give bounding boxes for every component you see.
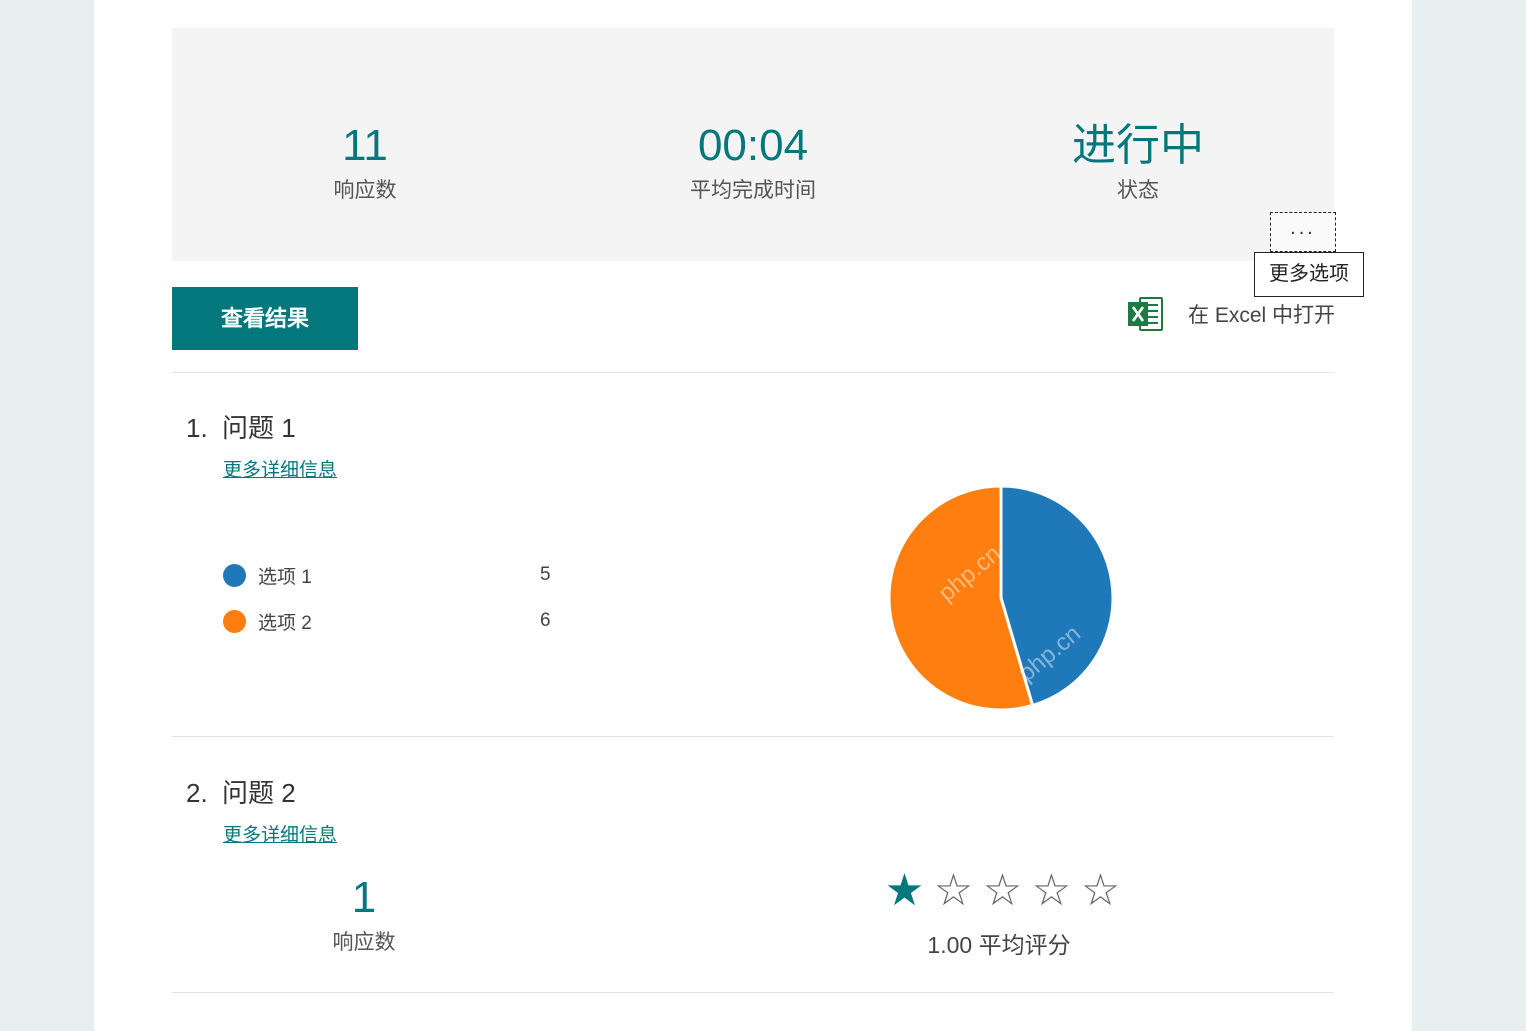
legend-dot-blue: [223, 563, 246, 587]
view-results-button[interactable]: 查看结果: [172, 287, 358, 350]
avg-time-label: 平均完成时间: [690, 179, 816, 202]
question-2-response-label: 响应数: [332, 931, 396, 954]
legend-dot-orange: [223, 609, 246, 633]
question-1-number: 1.: [186, 413, 208, 443]
status-label: 状态: [1117, 179, 1159, 202]
legend-label: 选项 2: [258, 612, 312, 634]
open-in-excel-link[interactable]: 在 Excel 中打开: [1126, 292, 1335, 336]
divider: [172, 736, 1334, 737]
question-1-title: 1. 问题 1: [186, 408, 296, 445]
results-card: 11 响应数 00:04 平均完成时间 进行中 状态 ... 更多选项 查看结果…: [94, 0, 1412, 1031]
legend-item-option-1: 选项 1 5: [223, 560, 563, 590]
star-filled-icon: ★: [884, 866, 925, 915]
rating-stars: ★ ☆ ☆ ☆ ☆: [880, 866, 1125, 916]
more-options-button[interactable]: ...: [1270, 212, 1336, 252]
status-stat: 进行中 状态: [1008, 116, 1268, 206]
question-2-number: 2.: [186, 778, 208, 808]
legend-label: 选项 1: [258, 566, 312, 588]
pie-chart: [888, 485, 1114, 711]
divider: [172, 992, 1334, 993]
responses-stat: 11 响应数: [235, 116, 495, 206]
status-value: 进行中: [1072, 121, 1204, 170]
star-empty-icon: ☆: [982, 866, 1023, 915]
question-2-title: 2. 问题 2: [186, 773, 296, 810]
legend-count: 5: [540, 564, 551, 585]
legend-item-option-2: 选项 2 6: [223, 606, 563, 636]
responses-count: 11: [342, 121, 388, 170]
summary-panel: 11 响应数 00:04 平均完成时间 进行中 状态: [172, 28, 1334, 261]
avg-time-value: 00:04: [697, 121, 809, 170]
average-rating: 1.00 平均评分: [927, 932, 1071, 958]
question-1-details-link[interactable]: 更多详细信息: [223, 455, 337, 482]
question-2-response-count: 1: [351, 873, 377, 922]
open-in-excel-label: 在 Excel 中打开: [1188, 304, 1336, 327]
question-2-label: 问题 2: [222, 778, 296, 808]
star-empty-icon: ☆: [1080, 866, 1121, 915]
question-1-label: 问题 1: [222, 413, 296, 443]
legend-count: 6: [540, 610, 551, 631]
question-2-details-link[interactable]: 更多详细信息: [223, 820, 337, 847]
star-empty-icon: ☆: [933, 866, 974, 915]
divider: [172, 372, 1334, 373]
avg-time-stat: 00:04 平均完成时间: [623, 116, 883, 206]
more-options-tooltip: 更多选项: [1254, 252, 1364, 297]
excel-icon: [1128, 297, 1163, 331]
star-empty-icon: ☆: [1031, 866, 1072, 915]
responses-label: 响应数: [333, 179, 397, 202]
question-2-responses: 1 响应数: [234, 868, 494, 958]
